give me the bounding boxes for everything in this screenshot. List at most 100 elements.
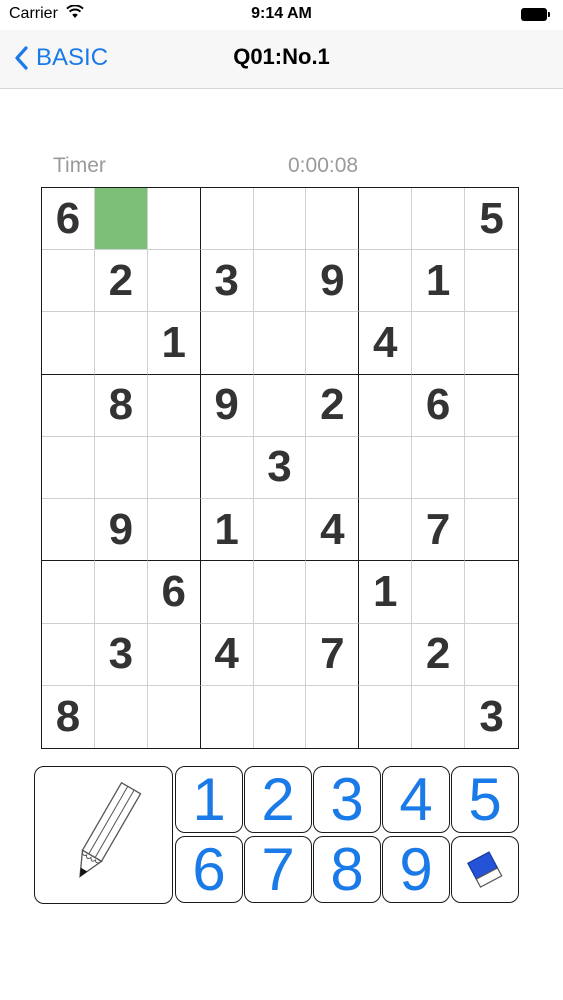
battery-icon [521, 8, 551, 21]
sudoku-cell[interactable]: 2 [306, 374, 360, 437]
sudoku-cell[interactable] [306, 685, 360, 748]
sudoku-cell[interactable] [359, 499, 413, 562]
sudoku-cell[interactable]: 4 [359, 312, 413, 375]
sudoku-cell[interactable]: 7 [306, 623, 360, 686]
sudoku-cell[interactable]: 1 [147, 312, 201, 375]
sudoku-cell[interactable]: 9 [306, 250, 360, 313]
sudoku-cell[interactable] [412, 436, 466, 500]
sudoku-cell[interactable] [359, 188, 413, 251]
back-button[interactable]: BASIC [14, 40, 108, 76]
number-key-8[interactable]: 8 [313, 836, 381, 903]
sudoku-cell[interactable] [200, 561, 254, 624]
sudoku-cell[interactable] [253, 561, 307, 624]
sudoku-cell[interactable] [412, 561, 466, 624]
number-key-6[interactable]: 6 [175, 836, 243, 903]
sudoku-cell[interactable] [306, 312, 360, 375]
sudoku-cell[interactable] [465, 499, 518, 562]
sudoku-cell[interactable]: 3 [253, 436, 307, 500]
sudoku-cell[interactable] [42, 250, 95, 313]
sudoku-cell[interactable] [42, 623, 95, 686]
sudoku-cell[interactable]: 3 [94, 623, 148, 686]
sudoku-cell[interactable] [465, 437, 518, 500]
sudoku-cell[interactable] [200, 436, 254, 500]
sudoku-cell[interactable]: 6 [147, 561, 201, 624]
sudoku-cell[interactable]: 1 [200, 499, 254, 562]
sudoku-cell[interactable]: 5 [465, 188, 518, 251]
navigation-bar: BASIC Q01:No.1 [0, 30, 563, 89]
sudoku-cell[interactable] [94, 561, 148, 624]
number-key-9[interactable]: 9 [382, 836, 450, 903]
number-key-7[interactable]: 7 [244, 836, 312, 903]
sudoku-cell[interactable]: 4 [200, 623, 254, 686]
sudoku-cell[interactable]: 2 [94, 250, 148, 313]
sudoku-cell[interactable] [465, 624, 518, 686]
sudoku-cell[interactable] [306, 561, 360, 624]
sudoku-cell[interactable] [42, 374, 95, 437]
sudoku-cell[interactable] [253, 312, 307, 375]
sudoku-cell[interactable] [306, 436, 360, 500]
number-key-5[interactable]: 5 [451, 766, 519, 833]
sudoku-cell[interactable] [148, 685, 201, 748]
sudoku-cell[interactable] [200, 188, 254, 251]
sudoku-cell[interactable] [359, 623, 413, 686]
sudoku-cell[interactable] [253, 250, 307, 313]
sudoku-cell[interactable] [42, 436, 95, 500]
sudoku-cell[interactable] [147, 499, 201, 562]
sudoku-cell[interactable] [465, 250, 518, 313]
sudoku-cell[interactable] [253, 499, 307, 562]
sudoku-cell[interactable] [95, 685, 148, 748]
sudoku-cell[interactable] [253, 374, 307, 437]
sudoku-cell[interactable] [306, 188, 360, 251]
number-key-label: 4 [399, 765, 433, 833]
sudoku-cell[interactable] [147, 250, 201, 313]
number-key-2[interactable]: 2 [244, 766, 312, 833]
eraser-button[interactable] [451, 836, 519, 903]
sudoku-cell[interactable]: 8 [42, 685, 95, 748]
sudoku-cell[interactable]: 2 [412, 623, 466, 686]
sudoku-cell[interactable] [147, 623, 201, 686]
sudoku-cell[interactable]: 8 [94, 374, 148, 437]
sudoku-cell[interactable] [359, 685, 413, 748]
number-key-1[interactable]: 1 [175, 766, 243, 833]
number-key-4[interactable]: 4 [382, 766, 450, 833]
sudoku-cell[interactable]: 3 [465, 686, 518, 748]
back-button-label: BASIC [36, 44, 109, 71]
sudoku-cell[interactable] [200, 312, 254, 375]
sudoku-cell[interactable] [253, 188, 307, 251]
sudoku-cell[interactable] [465, 561, 518, 624]
sudoku-cell[interactable] [147, 374, 201, 437]
sudoku-cell[interactable] [94, 436, 148, 500]
status-bar: Carrier 9:14 AM [0, 0, 563, 30]
sudoku-cell[interactable] [412, 312, 466, 375]
sudoku-cell[interactable] [412, 685, 466, 748]
pencil-mode-button[interactable] [34, 766, 173, 904]
number-key-label: 5 [468, 765, 502, 833]
sudoku-cell[interactable]: 6 [42, 188, 95, 251]
sudoku-cell[interactable]: 3 [200, 250, 254, 313]
sudoku-cell[interactable] [465, 375, 518, 437]
sudoku-cell[interactable] [42, 312, 95, 375]
sudoku-cell[interactable] [465, 312, 518, 375]
sudoku-cell[interactable] [147, 436, 201, 500]
sudoku-cell[interactable] [94, 188, 148, 251]
sudoku-cell[interactable]: 9 [200, 374, 254, 437]
sudoku-cell[interactable] [147, 188, 201, 251]
sudoku-cell[interactable]: 4 [306, 499, 360, 562]
sudoku-cell[interactable]: 9 [94, 499, 148, 562]
sudoku-cell[interactable] [253, 623, 307, 686]
sudoku-cell[interactable]: 1 [359, 561, 413, 624]
number-key-3[interactable]: 3 [313, 766, 381, 833]
sudoku-cell[interactable] [359, 436, 413, 500]
sudoku-cell[interactable]: 7 [412, 499, 466, 562]
sudoku-cell[interactable] [359, 250, 413, 313]
sudoku-cell[interactable] [359, 374, 413, 437]
status-time: 9:14 AM [251, 5, 312, 22]
sudoku-cell[interactable] [42, 499, 95, 562]
sudoku-cell[interactable] [201, 685, 254, 748]
sudoku-cell[interactable]: 1 [412, 250, 466, 313]
sudoku-cell[interactable] [254, 685, 307, 748]
sudoku-cell[interactable]: 6 [412, 374, 466, 437]
sudoku-cell[interactable] [94, 312, 148, 375]
sudoku-cell[interactable] [42, 561, 95, 624]
sudoku-cell[interactable] [412, 188, 466, 251]
